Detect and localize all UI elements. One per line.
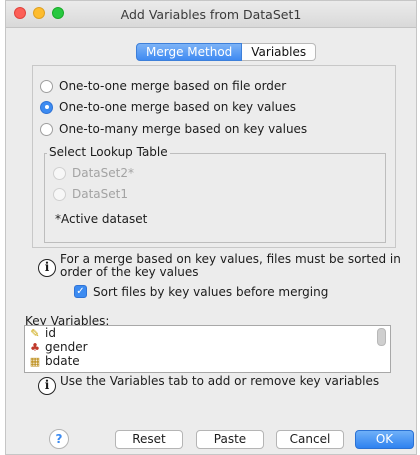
radio-one-to-one-file-order[interactable]: One-to-one merge based on file order xyxy=(40,78,286,94)
reset-button[interactable]: Reset xyxy=(115,430,183,449)
radio-label: One-to-one merge based on key values xyxy=(59,100,296,114)
key-variables-list[interactable]: ✎ id ♣ gender ▦ bdate xyxy=(24,325,391,373)
cancel-button[interactable]: Cancel xyxy=(276,430,344,449)
window-title: Add Variables from DataSet1 xyxy=(120,7,302,22)
date-variable-icon: ▦ xyxy=(29,354,41,368)
radio-one-to-many-key-values[interactable]: One-to-many merge based on key values xyxy=(40,121,307,137)
nominal-variable-icon: ♣ xyxy=(30,340,40,354)
sort-files-label: Sort files by key values before merging xyxy=(93,285,329,299)
info-text-key-variables: Use the Variables tab to add or remove k… xyxy=(60,374,380,388)
dialog-window: Add Variables from DataSet1 Merge Method… xyxy=(5,0,417,455)
info-icon: i xyxy=(38,259,56,277)
radio-one-to-one-key-values[interactable]: One-to-one merge based on key values xyxy=(40,99,296,115)
merge-method-panel: One-to-one merge based on file order One… xyxy=(32,65,396,248)
group-title: Select Lookup Table xyxy=(47,145,170,159)
variable-name: bdate xyxy=(45,354,80,368)
paste-button[interactable]: Paste xyxy=(196,430,264,449)
radio-button[interactable] xyxy=(53,166,66,180)
list-item[interactable]: ▦ bdate xyxy=(25,354,390,368)
ok-button[interactable]: OK xyxy=(355,430,414,449)
lookup-table-group: Select Lookup Table DataSet2* DataSet1 *… xyxy=(44,145,386,243)
list-item[interactable]: ♣ gender xyxy=(25,340,390,354)
tab-variables[interactable]: Variables xyxy=(242,43,317,61)
sort-files-checkbox[interactable]: ✓ xyxy=(74,285,87,298)
info-text-sort: For a merge based on key values, files m… xyxy=(60,253,401,279)
radio-label: DataSet2* xyxy=(72,166,134,180)
tab-bar: Merge Method Variables xyxy=(136,43,317,61)
radio-button[interactable] xyxy=(40,122,53,136)
tab-merge-method[interactable]: Merge Method xyxy=(136,43,243,61)
list-item[interactable]: ✎ id xyxy=(25,326,390,340)
variable-name: gender xyxy=(45,340,88,354)
radio-label: One-to-one merge based on file order xyxy=(59,79,287,93)
lookup-option-dataset2[interactable]: DataSet2* xyxy=(53,166,134,180)
radio-label: DataSet1 xyxy=(72,187,128,201)
title-bar: Add Variables from DataSet1 xyxy=(6,1,416,28)
radio-label: One-to-many merge based on key values xyxy=(59,122,308,136)
info-icon: i xyxy=(38,377,56,395)
active-dataset-note: *Active dataset xyxy=(55,212,148,226)
info-line: order of the key values xyxy=(60,265,199,279)
radio-button[interactable] xyxy=(40,100,53,114)
list-scrollbar[interactable] xyxy=(377,328,386,346)
variable-name: id xyxy=(45,326,56,340)
radio-button[interactable] xyxy=(40,79,53,93)
scale-variable-icon: ✎ xyxy=(30,326,40,340)
help-button[interactable]: ? xyxy=(49,429,69,449)
lookup-option-dataset1[interactable]: DataSet1 xyxy=(53,187,128,201)
radio-button[interactable] xyxy=(53,187,66,201)
